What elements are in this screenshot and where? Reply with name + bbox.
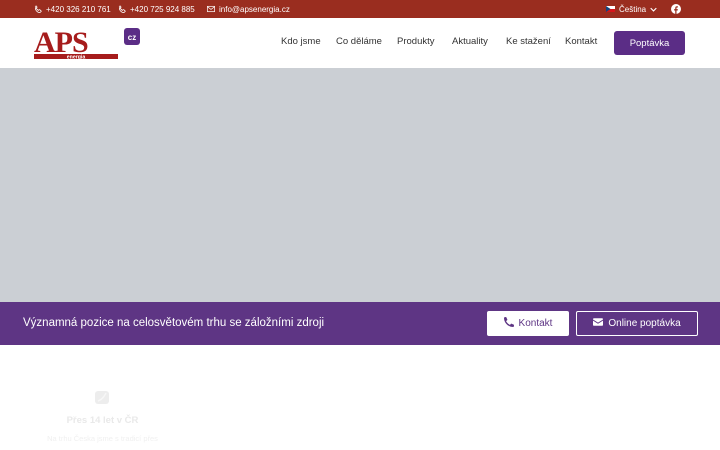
leaf-icon — [94, 390, 110, 405]
top-bar: +420 326 210 761 +420 725 924 885 info@a… — [0, 0, 720, 18]
logo-badge: cz — [128, 33, 136, 42]
cta-strip: Významná pozice na celosvětovém trhu se … — [0, 302, 720, 345]
phone-link-2[interactable]: +420 725 924 885 — [118, 0, 195, 18]
logo-subtext: energia — [67, 54, 86, 60]
nav-co-delame[interactable]: Co děláme — [336, 36, 382, 47]
contact-button[interactable]: Kontakt — [487, 311, 569, 336]
aps-energia-logo[interactable]: cz APS energia — [34, 26, 142, 61]
feature-subtitle: Na trhu Česka jsme s tradicí přes — [47, 434, 158, 443]
facebook-icon[interactable] — [671, 4, 681, 14]
poptavka-button[interactable]: Poptávka — [614, 31, 685, 55]
email-link[interactable]: info@apsenergia.cz — [207, 0, 290, 18]
nav-ke-stazeni[interactable]: Ke stažení — [506, 36, 551, 47]
hero-banner — [0, 68, 720, 302]
phone-number-2: +420 725 924 885 — [130, 4, 195, 14]
phone-icon — [118, 5, 126, 13]
feature-title: Přes 14 let v ČR — [66, 415, 139, 426]
email-address: info@apsenergia.cz — [219, 4, 290, 14]
feature-item: Přes 14 let v ČR Na trhu Česka jsme s tr… — [30, 388, 175, 450]
phone-icon — [503, 316, 514, 330]
envelope-icon — [593, 318, 604, 329]
czech-flag-icon — [606, 6, 615, 12]
site-header: cz APS energia Kdo jsme Co děláme Produk… — [0, 18, 720, 68]
online-inquiry-button[interactable]: Online poptávka — [576, 311, 698, 336]
chevron-down-icon — [650, 5, 657, 14]
nav-aktuality[interactable]: Aktuality — [452, 36, 488, 47]
language-label: Čeština — [619, 4, 647, 14]
phone-number-1: +420 326 210 761 — [46, 4, 111, 14]
nav-produkty[interactable]: Produkty — [397, 36, 435, 47]
phone-icon — [34, 5, 42, 13]
strip-tagline: Významná pozice na celosvětovém trhu se … — [23, 317, 325, 329]
online-inquiry-label: Online poptávka — [608, 318, 681, 329]
phone-link-1[interactable]: +420 326 210 761 — [34, 0, 111, 18]
nav-kontakt[interactable]: Kontakt — [565, 36, 597, 47]
envelope-icon — [207, 5, 215, 13]
contact-button-label: Kontakt — [518, 318, 553, 329]
nav-kdo-jsme[interactable]: Kdo jsme — [281, 36, 321, 47]
language-selector[interactable]: Čeština — [606, 0, 657, 18]
